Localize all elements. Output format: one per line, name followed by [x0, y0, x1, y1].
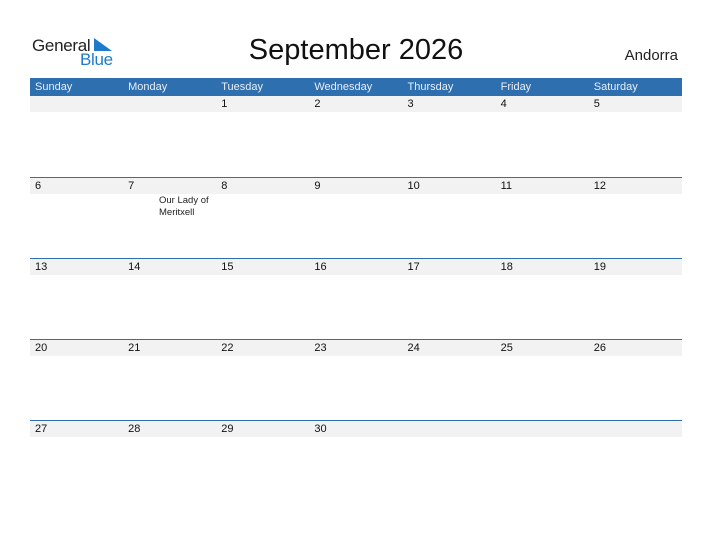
holiday-event [278, 356, 340, 357]
date-strip: 1 2 3 4 5 [30, 96, 682, 112]
holiday-event [92, 356, 154, 357]
day-number: 26 [593, 342, 606, 354]
day-number: 3 [407, 98, 414, 110]
day-number: 16 [314, 261, 327, 273]
holiday-event [216, 194, 278, 219]
holiday-event [340, 275, 402, 276]
holiday-event [154, 437, 216, 438]
day-number [496, 421, 589, 437]
holiday-event [278, 194, 340, 219]
holiday-event [92, 437, 154, 438]
holiday-event [340, 194, 402, 219]
holiday-event [216, 437, 278, 438]
holiday-event [402, 437, 464, 438]
country-label: Andorra [624, 47, 678, 64]
holiday-event [278, 437, 340, 438]
weekday-friday: Friday [500, 81, 532, 93]
day-number: 8 [221, 180, 228, 192]
events-row [30, 437, 682, 438]
holiday-event: Our Lady of Meritxell [159, 195, 209, 218]
events-row [30, 275, 682, 276]
calendar-title: September 2026 [248, 34, 464, 66]
weekday-saturday: Saturday [593, 81, 638, 93]
weekday-wednesday: Wednesday [314, 81, 373, 93]
day-number: 11 [500, 180, 513, 192]
day-number: 22 [221, 342, 234, 354]
holiday-event [216, 112, 278, 113]
date-strip: 13 14 15 16 17 18 19 [30, 259, 682, 275]
day-number [123, 96, 216, 112]
holiday-event [92, 275, 154, 276]
holiday-event [30, 275, 92, 276]
holiday-event [30, 112, 92, 113]
week-row: 13 14 15 16 17 18 19 [30, 258, 682, 339]
holiday-event [402, 194, 464, 219]
holiday-event [402, 112, 464, 113]
day-number: 7 [128, 180, 135, 192]
day-number: 4 [500, 98, 507, 110]
day-number: 25 [500, 342, 513, 354]
holiday-event [30, 194, 92, 219]
holiday-event [340, 437, 402, 438]
day-number: 15 [221, 261, 234, 273]
weekday-sunday: Sunday [35, 81, 73, 93]
events-row [30, 356, 682, 357]
holiday-event [402, 275, 464, 276]
holiday-event [92, 194, 154, 219]
day-number: 14 [128, 261, 141, 273]
day-number: 20 [35, 342, 48, 354]
week-row: 1 2 3 4 5 [30, 96, 682, 177]
day-number: 24 [407, 342, 420, 354]
holiday-event [30, 356, 92, 357]
week-row: 20 21 22 23 24 25 26 [30, 339, 682, 420]
day-number: 29 [221, 423, 234, 435]
date-strip: 6 7 8 9 10 11 12 [30, 178, 682, 194]
holiday-event [340, 356, 402, 357]
day-number: 2 [314, 98, 321, 110]
holiday-event [402, 356, 464, 357]
day-number: 10 [407, 180, 420, 192]
weekday-tuesday: Tuesday [221, 81, 264, 93]
day-number: 23 [314, 342, 327, 354]
day-number: 19 [593, 261, 606, 273]
date-strip: 27 28 29 30 [30, 421, 682, 437]
holiday-event [30, 437, 92, 438]
day-number: 17 [407, 261, 420, 273]
events-row: Our Lady of Meritxell [30, 194, 682, 219]
day-number: 21 [128, 342, 141, 354]
day-number: 27 [35, 423, 48, 435]
day-number: 12 [593, 180, 606, 192]
holiday-event [340, 112, 402, 113]
week-row: 6 7 8 9 10 11 12 Our Lady of Meritxell [30, 177, 682, 258]
day-number: 6 [35, 180, 42, 192]
weekday-monday: Monday [128, 81, 168, 93]
events-row [30, 112, 682, 113]
weekday-thursday: Thursday [407, 81, 454, 93]
day-number: 13 [35, 261, 48, 273]
day-number: 9 [314, 180, 321, 192]
holiday-event [278, 112, 340, 113]
holiday-event [154, 112, 216, 113]
date-strip: 20 21 22 23 24 25 26 [30, 340, 682, 356]
day-number: 30 [314, 423, 327, 435]
holiday-event [278, 275, 340, 276]
day-number [30, 96, 123, 112]
holiday-event [154, 275, 216, 276]
holiday-event [92, 112, 154, 113]
holiday-event [216, 356, 278, 357]
day-number [589, 421, 682, 437]
holiday-event [154, 356, 216, 357]
day-number: 5 [593, 98, 600, 110]
day-number: 1 [221, 98, 228, 110]
day-number [403, 421, 496, 437]
week-row: 27 28 29 30 [30, 420, 682, 501]
day-number: 28 [128, 423, 141, 435]
day-number: 18 [500, 261, 513, 273]
holiday-event [216, 275, 278, 276]
weekday-header: Sunday Monday Tuesday Wednesday Thursday… [30, 78, 682, 96]
